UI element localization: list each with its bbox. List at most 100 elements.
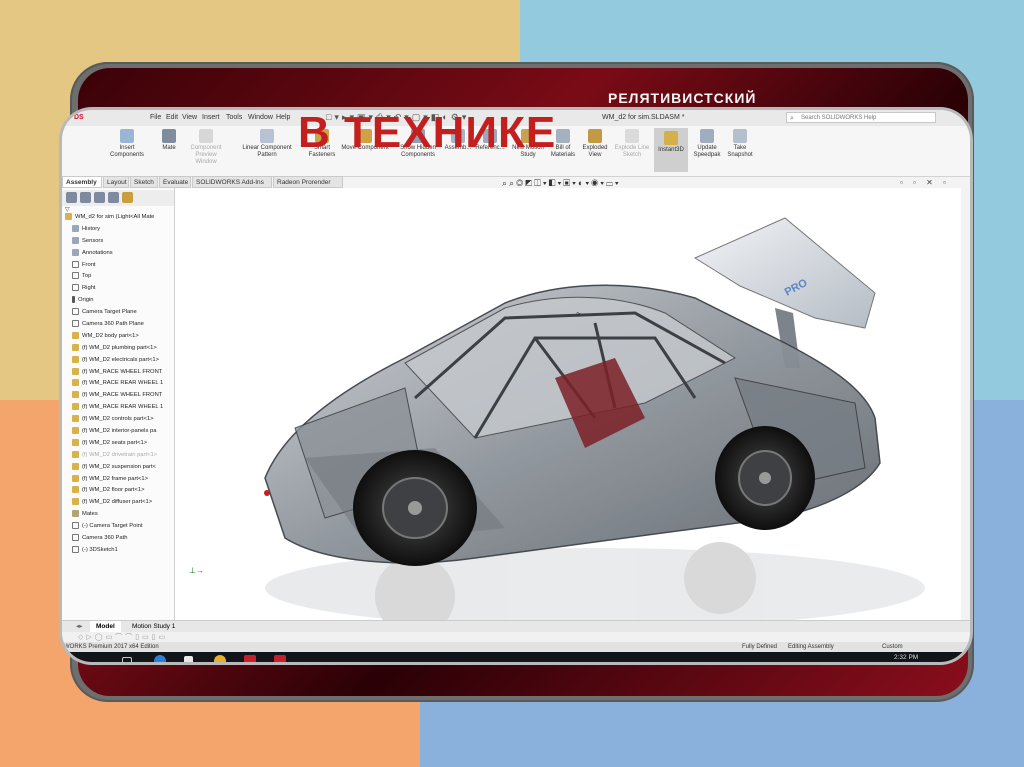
- menu-edit[interactable]: Edit: [166, 114, 178, 121]
- tree-item[interactable]: Front: [62, 260, 174, 272]
- header-banner: РЕЛЯТИВИСТСКИЙ: [608, 90, 757, 106]
- tree-item-label: (f) WM_D2 suspension part<: [82, 463, 156, 470]
- tree-item[interactable]: (f) WM_D2 diffuser part<1>: [62, 497, 174, 509]
- solidworks-taskbar-icon[interactable]: [244, 655, 256, 662]
- tree-item[interactable]: Mates: [62, 509, 174, 521]
- search-placeholder: Search SOLIDWORKS Help: [801, 115, 877, 121]
- tree-item-label: Origin: [78, 297, 94, 304]
- tree-item-label: (f) WM_RACE WHEEL FRONT: [82, 368, 163, 375]
- solidworks-logo-icon: DS: [74, 114, 84, 121]
- tree-item[interactable]: (-) 3DSketch1: [62, 545, 174, 557]
- tree-item[interactable]: History: [62, 224, 174, 236]
- tree-item[interactable]: Top: [62, 271, 174, 283]
- help-search-input[interactable]: ⌕ Search SOLIDWORKS Help: [786, 112, 936, 123]
- tree-toolbar: [62, 190, 174, 206]
- tree-item[interactable]: Camera Target Plane: [62, 307, 174, 319]
- tree-item[interactable]: (f) WM_D2 plumbing part<1>: [62, 343, 174, 355]
- folder-icon: [72, 248, 79, 256]
- menu-help[interactable]: Help: [276, 114, 290, 121]
- tree-item[interactable]: (f) WM_RACE WHEEL FRONT: [62, 367, 174, 379]
- tree-item[interactable]: (f) WM_D2 frame part<1>: [62, 474, 174, 486]
- tree-item-label: Front: [82, 261, 96, 268]
- tree-item-label: (f) WM_D2 drivetrain part<1>: [82, 451, 158, 458]
- linear-pattern-button[interactable]: Linear Component Pattern: [232, 129, 302, 159]
- tab-radeon-prorender[interactable]: Radeon Prorender: [273, 176, 343, 188]
- take-snapshot-button[interactable]: Take Snapshot: [726, 129, 754, 159]
- mate-icon: [72, 510, 79, 518]
- tree-item[interactable]: Annotations: [62, 248, 174, 260]
- tree-item-label: (f) WM_D2 electricals part<1>: [82, 356, 159, 363]
- tree-item-label: (f) WM_D2 plumbing part<1>: [82, 344, 157, 351]
- status-bar: WORKS Premium 2017 x64 Edition Fully Def…: [62, 642, 970, 652]
- tab-sketch[interactable]: Sketch: [130, 176, 158, 188]
- race-car-model: PRO ≡: [264, 217, 925, 636]
- part-icon: [72, 367, 79, 375]
- menu-window[interactable]: Window: [248, 114, 273, 121]
- sketch-icon-strip[interactable]: ◇▷◯▭⌒⌒▯▭▯▭: [62, 632, 970, 642]
- tree-item[interactable]: Origin: [62, 295, 174, 307]
- window-controls[interactable]: ▫ ▫ ✕ ▫: [900, 178, 950, 187]
- tab-solidworks-add-ins[interactable]: SOLIDWORKS Add-Ins: [192, 176, 272, 188]
- tree-item[interactable]: WM_D2 body part<1>: [62, 331, 174, 343]
- tree-item[interactable]: WM_d2 for sim (Light<All Mate: [62, 212, 174, 224]
- tree-item[interactable]: (f) WM_D2 suspension part<: [62, 462, 174, 474]
- menu-tools[interactable]: Tools: [226, 114, 242, 121]
- task-view-icon[interactable]: [122, 657, 132, 662]
- tree-item[interactable]: Camera 360 Path: [62, 533, 174, 545]
- tree-item[interactable]: (f) WM_D2 drivetrain part<1>: [62, 450, 174, 462]
- feature-manager-icon[interactable]: [66, 192, 77, 203]
- store-icon[interactable]: [184, 656, 193, 662]
- plane-icon: [72, 534, 79, 542]
- tree-item[interactable]: (-) Camera Target Point: [62, 521, 174, 533]
- tow-hook: [264, 490, 270, 496]
- exploded-view-button[interactable]: Exploded View: [580, 129, 610, 159]
- plane-icon: [72, 319, 79, 327]
- folder-icon: [72, 236, 79, 244]
- tree-item[interactable]: (f) WM_D2 seats part<1>: [62, 438, 174, 450]
- display-manager-icon[interactable]: [122, 192, 133, 203]
- menu-view[interactable]: View: [182, 114, 197, 121]
- tab-assembly[interactable]: Assembly: [62, 176, 102, 188]
- update-speedpak-button[interactable]: Update Speedpak: [692, 129, 722, 159]
- graphics-area[interactable]: PRO ≡ ⊥→: [175, 188, 961, 636]
- plane-icon: [72, 545, 79, 553]
- tree-item[interactable]: (f) WM_RACE WHEEL FRONT: [62, 390, 174, 402]
- dimxpert-icon[interactable]: [108, 192, 119, 203]
- tree-item[interactable]: (f) WM_RACE REAR WHEEL 1: [62, 378, 174, 390]
- property-manager-icon[interactable]: [80, 192, 91, 203]
- tree-item[interactable]: Camera 360 Path Plane: [62, 319, 174, 331]
- tree-item[interactable]: (f) WM_D2 electricals part<1>: [62, 355, 174, 367]
- instant3d-icon: [664, 131, 678, 145]
- tree-item[interactable]: (f) WM_D2 interior-panels pa: [62, 426, 174, 438]
- tab-layout[interactable]: Layout: [103, 176, 129, 188]
- tree-item-label: (f) WM_D2 diffuser part<1>: [82, 499, 153, 506]
- explode-line-sketch-button[interactable]: Explode Line Sketch: [614, 129, 650, 159]
- edge-browser-icon[interactable]: [154, 655, 166, 662]
- menu-insert[interactable]: Insert: [202, 114, 220, 121]
- tree-item-label: Camera 360 Path Plane: [82, 321, 144, 328]
- mate-button[interactable]: Mate: [156, 129, 182, 152]
- tree-item-label: Mates: [82, 511, 98, 518]
- tree-item-label: (f) WM_D2 floor part<1>: [82, 487, 145, 494]
- configuration-manager-icon[interactable]: [94, 192, 105, 203]
- tree-item[interactable]: Sensors: [62, 236, 174, 248]
- tree-item[interactable]: Right: [62, 283, 174, 295]
- tree-item[interactable]: (f) WM_RACE REAR WHEEL 1: [62, 402, 174, 414]
- tree-item[interactable]: (f) WM_D2 floor part<1>: [62, 485, 174, 497]
- taskbar-clock[interactable]: 2:32 PM: [894, 654, 918, 661]
- tree-item-label: (f) WM_D2 controls part<1>: [82, 416, 154, 423]
- tree-item-label: WM_d2 for sim (Light<All Mate: [75, 214, 155, 220]
- chrome-icon[interactable]: [214, 655, 226, 662]
- status-units[interactable]: Custom: [882, 642, 903, 652]
- menu-file[interactable]: File: [150, 114, 161, 121]
- insert-components-button[interactable]: Insert Components: [102, 129, 152, 159]
- tab-evaluate[interactable]: Evaluate: [159, 176, 191, 188]
- solidworks-screenshot: DS File Edit View Insert Tools Window He…: [62, 110, 970, 662]
- tree-item[interactable]: (f) WM_D2 controls part<1>: [62, 414, 174, 426]
- rear-wheel: [715, 426, 815, 530]
- feature-manager-tree: ▽ WM_d2 for sim (Light<All Mate History Se…: [62, 188, 175, 620]
- instant3d-button[interactable]: Instant3D: [654, 128, 688, 172]
- solidworks-taskbar-icon-2[interactable]: [274, 655, 286, 662]
- explode-line-icon: [625, 129, 639, 143]
- component-preview-button[interactable]: Component Preview Window: [184, 129, 228, 166]
